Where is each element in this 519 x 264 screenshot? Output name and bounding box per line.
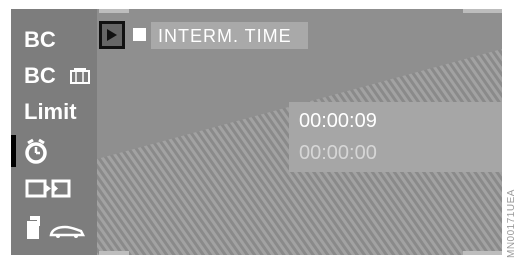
display-screen: BC BC Limit INTERM. TIME 00:00:09 00:00:… — [11, 9, 502, 255]
interm-time-label: INTERM. TIME — [158, 26, 292, 46]
image-code-text: MN00171UEA — [506, 189, 517, 258]
frame-corner-top-left — [99, 9, 129, 13]
sidebar-menu: BC BC Limit — [11, 9, 97, 255]
sidebar-item-vehicle-status[interactable] — [11, 209, 97, 243]
frame-corner-top-right — [463, 9, 502, 13]
frame-corner-bottom-right — [463, 251, 502, 255]
frame-corner-bottom-left — [99, 251, 129, 255]
sidebar-item-split-screen[interactable] — [11, 172, 97, 206]
image-code: MN00171UEA — [504, 176, 518, 258]
current-time: 00:00:09 — [299, 110, 377, 132]
sidebar-item-bc-memory[interactable]: BC — [11, 59, 97, 93]
interm-time-button[interactable]: INTERM. TIME — [151, 22, 308, 49]
memory-card-icon — [70, 68, 90, 84]
stopwatch-icon — [25, 138, 47, 164]
play-button[interactable] — [99, 21, 125, 49]
stop-icon[interactable] — [133, 28, 146, 41]
intermediate-time: 00:00:00 — [299, 142, 377, 164]
timer-panel: 00:00:09 00:00:00 — [289, 102, 502, 172]
sidebar-item-label: BC — [24, 63, 56, 88]
play-icon — [107, 29, 117, 41]
split-screen-icon — [25, 179, 71, 198]
sidebar-item-label: BC — [24, 27, 56, 52]
sidebar-item-stopwatch[interactable] — [11, 135, 97, 169]
sidebar-item-limit[interactable]: Limit — [11, 95, 97, 129]
sidebar-item-bc[interactable]: BC — [11, 23, 97, 57]
doors-car-icon — [27, 216, 86, 239]
sidebar-item-label: Limit — [24, 99, 77, 124]
